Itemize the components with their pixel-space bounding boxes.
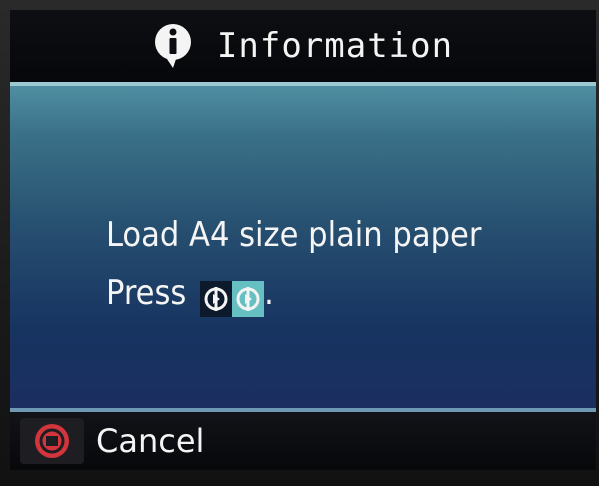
- header-title: Information: [216, 26, 454, 66]
- color-start-icon: [232, 281, 265, 317]
- message-text: Load A4 size plain paper Press .: [106, 206, 546, 322]
- message-line-2: Press .: [106, 264, 546, 322]
- message-line-1: Load A4 size plain paper: [106, 215, 482, 255]
- message-panel: Load A4 size plain paper Press .: [10, 82, 596, 412]
- lcd-screen: Information Load A4 size plain paper Pre…: [10, 10, 596, 470]
- header-bar: Information: [10, 10, 596, 82]
- footer-bar: Cancel: [10, 412, 596, 470]
- cancel-button-label[interactable]: Cancel: [96, 422, 204, 460]
- period-label: .: [264, 273, 274, 313]
- stop-icon[interactable]: [20, 418, 84, 464]
- start-keys: [200, 281, 265, 317]
- press-label: Press: [106, 273, 187, 313]
- info-icon: [153, 22, 193, 70]
- black-start-icon: [200, 281, 233, 317]
